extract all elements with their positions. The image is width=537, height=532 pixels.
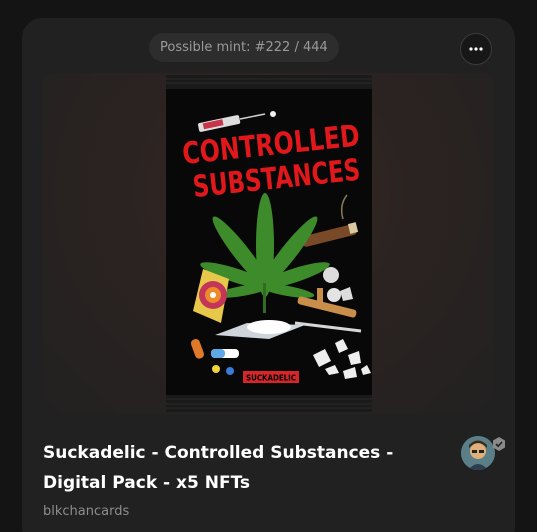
peace-pill-illustration [323, 267, 339, 283]
pack-brand-label: SUCKADELIC [246, 374, 296, 383]
verified-badge-icon [492, 436, 506, 451]
avatar-face-icon [461, 436, 495, 470]
mint-number-pill: Possible mint: #222 / 444 [149, 33, 339, 62]
nft-artwork[interactable]: CONTROLLED SUBSTANCES SUCKADELIC [43, 73, 494, 414]
nft-title[interactable]: Suckadelic - Controlled Substances - Dig… [43, 438, 423, 498]
pack-illustration: CONTROLLED SUBSTANCES SUCKADELIC [166, 75, 372, 412]
more-horizontal-icon [469, 47, 483, 51]
more-options-button[interactable] [460, 33, 492, 65]
creator-name[interactable]: blkchancards [43, 503, 129, 521]
creator-avatar[interactable] [461, 436, 495, 470]
